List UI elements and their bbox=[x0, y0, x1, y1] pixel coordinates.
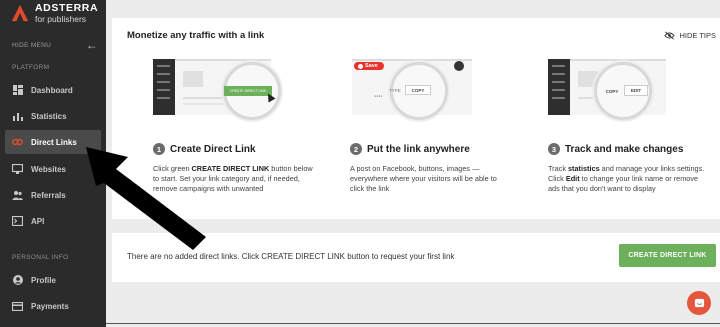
illustration-copy-label: COPY bbox=[405, 85, 431, 95]
step-description: Track statistics and manage your links s… bbox=[548, 164, 705, 194]
sidebar-item-profile[interactable]: Profile bbox=[5, 268, 101, 292]
step-description: A post on Facebook, buttons, images — ev… bbox=[350, 164, 497, 194]
illustration-track: COPY EDIT bbox=[548, 57, 678, 132]
step-1: 1 Create Direct Link Click green CREATE D… bbox=[153, 143, 313, 195]
sidebar-item-referrals[interactable]: Referrals bbox=[5, 183, 101, 207]
card-icon bbox=[12, 301, 23, 311]
link-icon bbox=[12, 137, 23, 147]
sidebar-item-label: Profile bbox=[31, 275, 56, 285]
terminal-icon bbox=[12, 216, 23, 226]
arrow-left-icon: ← bbox=[85, 38, 98, 52]
sidebar-item-api[interactable]: API bbox=[5, 209, 101, 233]
direct-links-empty-card: There are no added direct links. Click C… bbox=[112, 233, 720, 282]
sidebar-item-label: Referrals bbox=[31, 190, 66, 200]
sidebar-item-websites[interactable]: Websites bbox=[5, 157, 101, 181]
sidebar-item-label: Payments bbox=[31, 301, 69, 311]
main-content: Monetize any traffic with a link HIDE TI… bbox=[106, 0, 720, 327]
step-title: Track and make changes bbox=[565, 143, 684, 155]
illustration-create-link: CREATE DIRECT LINK bbox=[153, 57, 283, 132]
create-direct-link-button[interactable]: CREATE DIRECT LINK bbox=[619, 244, 716, 267]
hide-tips-button[interactable]: HIDE TIPS bbox=[664, 31, 716, 40]
illustration-type-label: TYPE bbox=[389, 88, 401, 93]
sidebar-item-label: Statistics bbox=[31, 111, 67, 121]
sidebar-item-payments[interactable]: Payments bbox=[5, 294, 101, 318]
pinterest-icon bbox=[358, 63, 363, 69]
profile-icon bbox=[12, 275, 23, 285]
brand-name: ADSTERRA bbox=[35, 2, 99, 14]
chat-icon bbox=[694, 298, 704, 307]
tips-card: Monetize any traffic with a link HIDE TI… bbox=[112, 18, 720, 219]
people-icon bbox=[12, 190, 23, 200]
monitor-icon bbox=[12, 164, 23, 174]
step-description: Click green CREATE DIRECT LINK button be… bbox=[153, 164, 313, 194]
sidebar-item-label: Websites bbox=[31, 164, 66, 174]
step-number: 3 bbox=[548, 143, 560, 155]
hide-tips-label: HIDE TIPS bbox=[679, 31, 716, 40]
sidebar-item-label: Dashboard bbox=[31, 85, 73, 95]
adsterra-logo-icon bbox=[11, 4, 29, 22]
sidebar-item-label: API bbox=[31, 216, 45, 226]
step-title: Create Direct Link bbox=[170, 143, 256, 155]
camera-icon bbox=[454, 61, 464, 71]
brand-sub: for publishers bbox=[35, 14, 87, 24]
sidebar: ADSTERRA for publishers HIDE MENU ← PLAT… bbox=[0, 0, 106, 327]
bottom-divider bbox=[106, 323, 720, 324]
step-title: Put the link anywhere bbox=[367, 143, 470, 155]
personal-section-label: PERSONAL INFO bbox=[12, 254, 69, 261]
step-2: 2 Put the link anywhere A post on Faceboo… bbox=[350, 143, 510, 195]
illustration-save-label: Save bbox=[365, 63, 378, 69]
illustration-copy-label: COPY bbox=[605, 88, 619, 94]
step-number: 1 bbox=[153, 143, 165, 155]
brand-logo[interactable]: ADSTERRA for publishers bbox=[11, 3, 98, 25]
sidebar-item-direct-links[interactable]: Direct Links bbox=[5, 130, 101, 154]
empty-state-text: There are no added direct links. Click C… bbox=[127, 252, 455, 261]
sidebar-item-dashboard[interactable]: Dashboard bbox=[5, 78, 101, 102]
hide-menu-label: HIDE MENU bbox=[12, 41, 52, 49]
eye-off-icon bbox=[664, 31, 676, 40]
illustration-put-link: Save ●●●● TYPE COPY bbox=[350, 57, 480, 132]
cursor-icon bbox=[264, 91, 276, 103]
illustration-edit-label: EDIT bbox=[624, 85, 648, 96]
dashboard-icon bbox=[12, 85, 23, 95]
platform-section-label: PLATFORM bbox=[12, 64, 50, 71]
statistics-icon bbox=[12, 111, 23, 121]
tips-title: Monetize any traffic with a link bbox=[127, 30, 265, 41]
sidebar-item-label: Direct Links bbox=[31, 137, 77, 147]
sidebar-item-statistics[interactable]: Statistics bbox=[5, 104, 101, 128]
step-3: 3 Track and make changes Track statistics… bbox=[548, 143, 708, 195]
chat-button[interactable] bbox=[687, 291, 711, 315]
step-number: 2 bbox=[350, 143, 362, 155]
hide-menu-toggle[interactable]: HIDE MENU ← bbox=[12, 38, 98, 52]
